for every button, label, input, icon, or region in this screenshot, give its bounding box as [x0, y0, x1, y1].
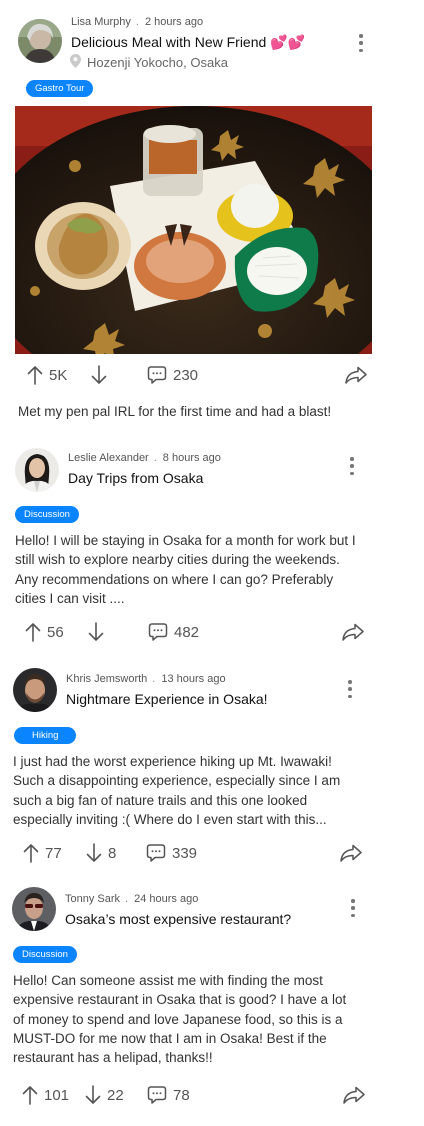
- location-pin-icon: [70, 54, 81, 71]
- post-actions: 77 8 339: [0, 840, 424, 866]
- comments-button[interactable]: 78: [147, 1082, 190, 1108]
- author-name[interactable]: Tonny Sark: [65, 893, 120, 905]
- share-button[interactable]: [339, 840, 363, 866]
- more-options-icon[interactable]: [346, 680, 354, 698]
- post-card: Lisa Murphy. 2 hours ago Delicious Meal w…: [0, 0, 424, 430]
- comments-button[interactable]: 230: [147, 362, 198, 388]
- downvote-count: 22: [107, 1086, 124, 1104]
- upvote-count: 5K: [49, 366, 68, 384]
- arrow-down-icon: [88, 622, 104, 642]
- post-actions: 5K 230: [0, 362, 424, 388]
- downvote-button[interactable]: [91, 362, 107, 388]
- post-time: 13 hours ago: [161, 673, 226, 685]
- post-actions: 56 482: [0, 619, 424, 645]
- share-button[interactable]: [342, 1082, 366, 1108]
- share-arrow-icon: [341, 622, 365, 642]
- arrow-up-icon: [25, 622, 41, 642]
- arrow-up-icon: [27, 365, 43, 385]
- arrow-down-icon: [91, 365, 107, 385]
- comment-bubble-icon: [147, 365, 167, 385]
- downvote-button[interactable]: [88, 619, 104, 645]
- author-name[interactable]: Leslie Alexander: [68, 452, 149, 464]
- post-title[interactable]: Day Trips from Osaka: [68, 470, 203, 486]
- category-tag[interactable]: Gastro Tour: [26, 80, 94, 97]
- more-options-icon[interactable]: [348, 457, 356, 475]
- post-title[interactable]: Nightmare Experience in Osaka!: [66, 691, 268, 707]
- comment-bubble-icon: [147, 1085, 167, 1105]
- share-arrow-icon: [342, 1085, 366, 1105]
- upvote-button[interactable]: 101: [22, 1082, 69, 1108]
- arrow-up-icon: [22, 1085, 38, 1105]
- comment-bubble-icon: [146, 843, 166, 863]
- more-options-icon[interactable]: [357, 34, 365, 52]
- upvote-button[interactable]: 77: [23, 840, 62, 866]
- post-meta: Leslie Alexander. 8 hours ago: [68, 452, 221, 464]
- comments-button[interactable]: 339: [146, 840, 197, 866]
- post-card: Khris Jemsworth. 13 hours ago Nightmare E…: [0, 660, 424, 875]
- avatar[interactable]: [12, 887, 56, 931]
- post-caption: Met my pen pal IRL for the first time an…: [18, 404, 332, 419]
- share-arrow-icon: [344, 365, 368, 385]
- post-title[interactable]: Osaka’s most expensive restaurant?: [65, 911, 291, 927]
- post-time: 24 hours ago: [134, 893, 199, 905]
- post-meta: Khris Jemsworth. 13 hours ago: [66, 673, 226, 685]
- upvote-count: 101: [44, 1086, 70, 1104]
- upvote-button[interactable]: 56: [25, 619, 64, 645]
- more-options-icon[interactable]: [349, 899, 357, 917]
- post-title[interactable]: Delicious Meal with New Friend 💕💕: [71, 34, 305, 51]
- comment-bubble-icon: [148, 622, 168, 642]
- upvote-count: 56: [47, 623, 64, 641]
- location-label: Hozenji Yokocho, Osaka: [87, 55, 228, 70]
- post-meta: Lisa Murphy. 2 hours ago: [71, 16, 204, 28]
- comment-count: 482: [174, 623, 200, 641]
- category-tag[interactable]: Discussion: [13, 946, 77, 963]
- post-actions: 101 22 78: [0, 1082, 424, 1108]
- post-body: I just had the worst experience hiking u…: [13, 754, 341, 827]
- post-card: Tonny Sark. 24 hours ago Osaka’s most exp…: [0, 880, 424, 1120]
- arrow-down-icon: [85, 1085, 101, 1105]
- author-name[interactable]: Khris Jemsworth: [66, 673, 147, 685]
- category-tag[interactable]: Discussion: [15, 506, 79, 523]
- comment-count: 230: [173, 366, 199, 384]
- downvote-button[interactable]: 8: [86, 840, 116, 866]
- post-time: 2 hours ago: [144, 16, 204, 28]
- avatar[interactable]: [13, 668, 57, 712]
- arrow-down-icon: [86, 843, 102, 863]
- location[interactable]: Hozenji Yokocho, Osaka: [70, 54, 228, 71]
- avatar[interactable]: [18, 19, 62, 63]
- post-time: 8 hours ago: [162, 452, 221, 464]
- post-body: Hello! Can someone assist me with findin…: [13, 973, 347, 1066]
- post-card: Leslie Alexander. 8 hours ago Day Trips f…: [0, 440, 424, 650]
- comment-count: 78: [173, 1086, 190, 1104]
- avatar[interactable]: [15, 448, 59, 492]
- post-photo[interactable]: [15, 106, 372, 354]
- arrow-up-icon: [23, 843, 39, 863]
- post-body: Hello! I will be staying in Osaka for a …: [15, 533, 356, 606]
- upvote-button[interactable]: 5K: [27, 362, 67, 388]
- author-name[interactable]: Lisa Murphy: [71, 16, 131, 28]
- share-arrow-icon: [339, 843, 363, 863]
- share-button[interactable]: [341, 619, 365, 645]
- comments-button[interactable]: 482: [148, 619, 199, 645]
- share-button[interactable]: [344, 362, 368, 388]
- category-tag[interactable]: Hiking: [14, 727, 77, 744]
- comment-count: 339: [172, 844, 198, 862]
- downvote-count: 8: [108, 844, 117, 862]
- downvote-button[interactable]: 22: [85, 1082, 124, 1108]
- upvote-count: 77: [45, 844, 62, 862]
- post-meta: Tonny Sark. 24 hours ago: [65, 893, 199, 905]
